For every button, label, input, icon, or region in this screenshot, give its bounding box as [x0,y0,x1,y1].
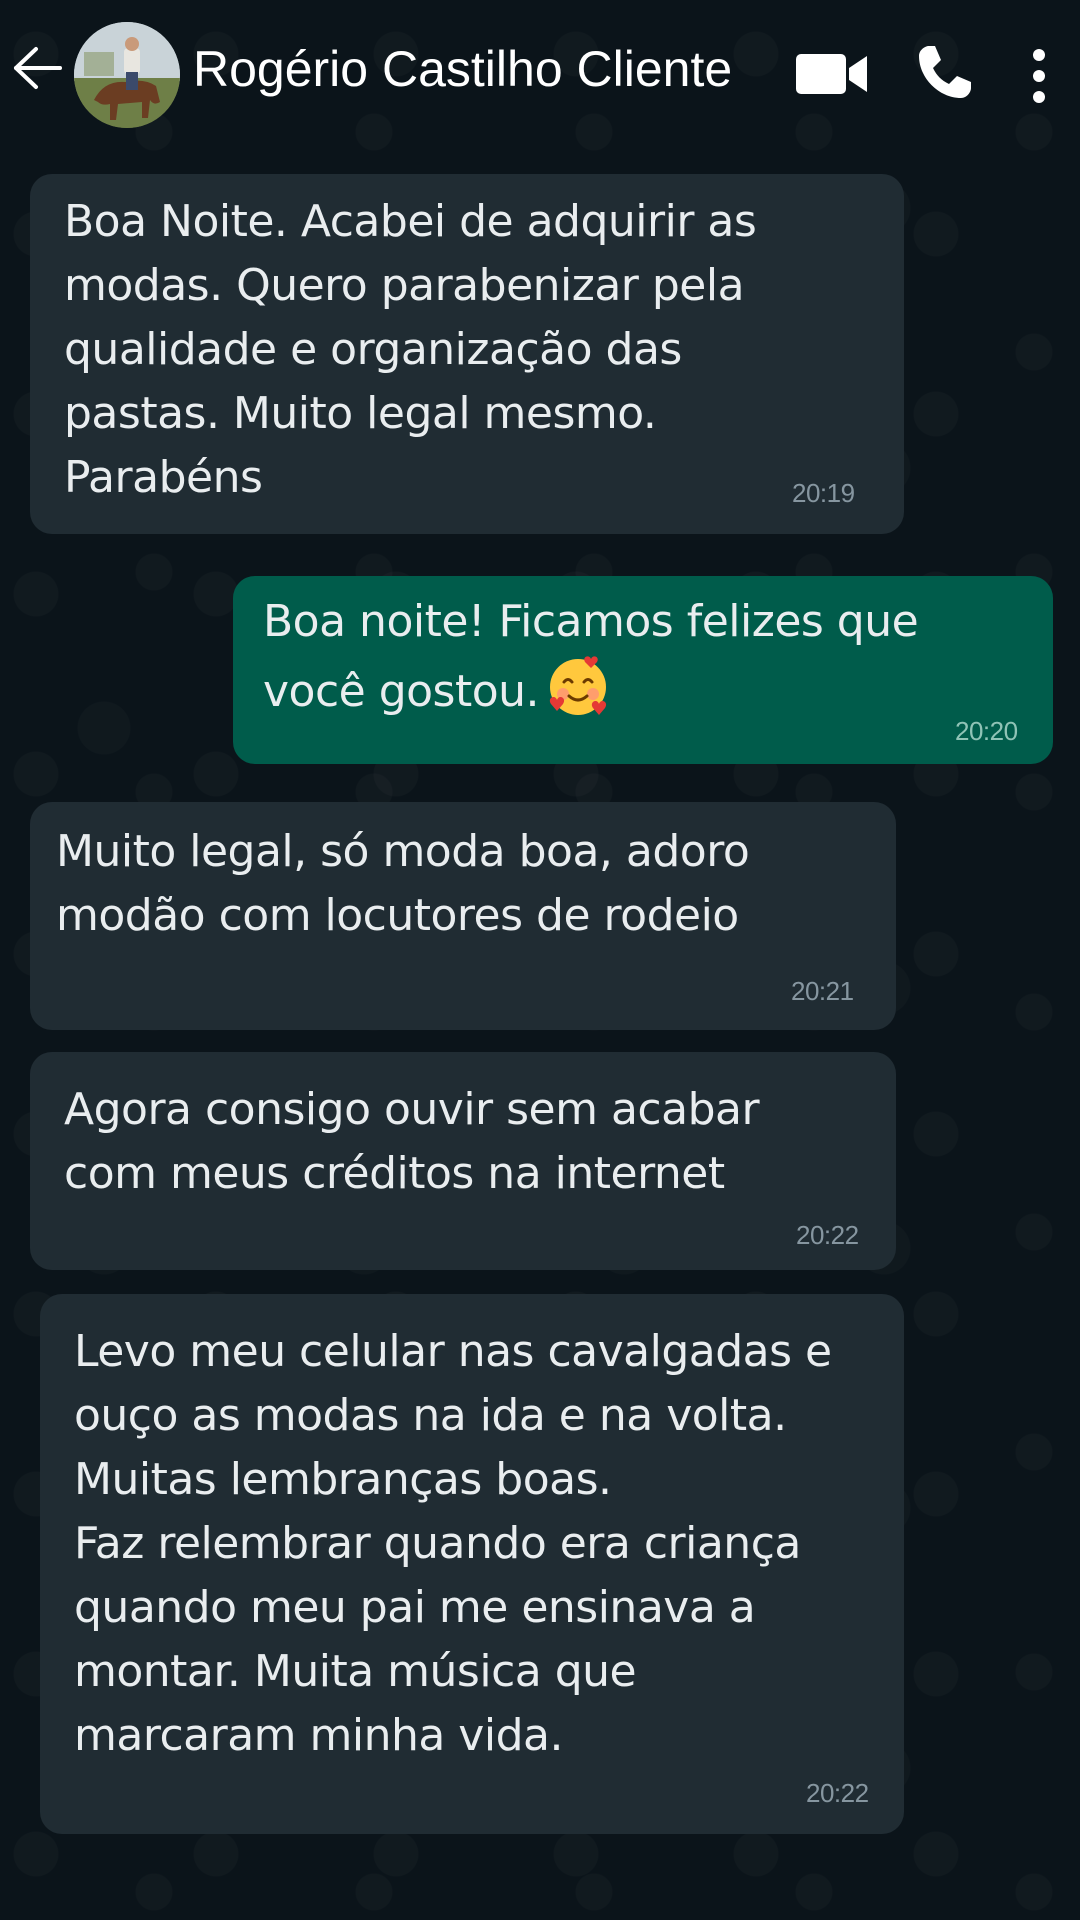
smiling-face-with-hearts-icon [549,656,607,715]
message-time: 20:19 [792,478,855,508]
message-bubble[interactable]: Boa Noite. Acabei de adquirir as modas. … [30,174,904,534]
arrow-left-icon[interactable] [12,46,64,90]
avatar-photo [74,22,180,128]
contact-name[interactable]: Rogério Castilho Cliente [193,40,732,98]
message-text: Agora consigo ouvir sem acabar com meus … [64,1084,760,1199]
video-camera-icon[interactable] [795,50,869,98]
message-text: Levo meu celular nas cavalgadas e ouço a… [74,1326,832,1761]
message-bubble[interactable]: Agora consigo ouvir sem acabar com meus … [30,1052,896,1270]
avatar[interactable] [74,22,180,128]
chat-screen: Rogério Castilho Cliente Boa Noite. Acab… [0,0,1080,1920]
message-time: 20:21 [791,976,854,1006]
message-text: Boa noite! Ficamos felizes que você gost… [263,590,919,724]
message-text: Boa Noite. Acabei de adquirir as modas. … [64,196,757,503]
message-time: 20:20 [955,716,1018,746]
message-bubble-outgoing[interactable]: Boa noite! Ficamos felizes que você gost… [233,576,1053,764]
message-bubble[interactable]: Muito legal, só moda boa, adoro modão co… [30,802,896,1030]
phone-icon[interactable] [915,42,975,102]
message-bubble[interactable]: Levo meu celular nas cavalgadas e ouço a… [40,1294,904,1834]
message-text: Muito legal, só moda boa, adoro modão co… [56,826,750,941]
message-time: 20:22 [806,1778,869,1808]
chat-header: Rogério Castilho Cliente [0,0,1080,150]
more-vertical-icon[interactable] [1026,48,1052,104]
message-time: 20:22 [796,1220,859,1250]
